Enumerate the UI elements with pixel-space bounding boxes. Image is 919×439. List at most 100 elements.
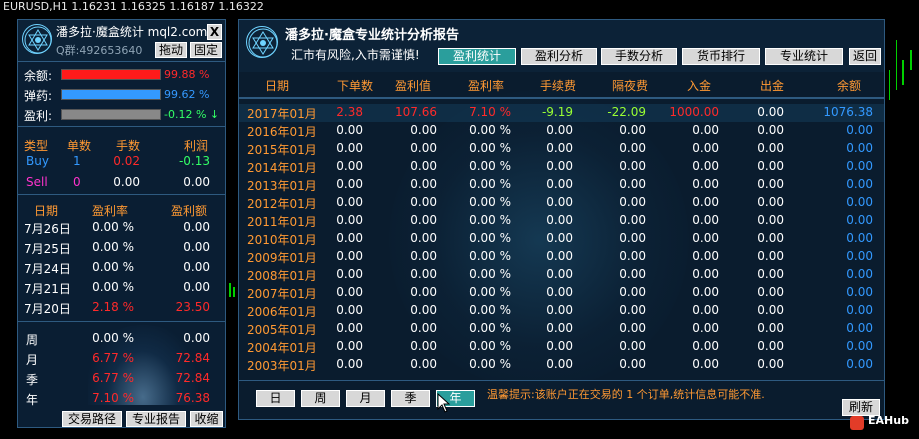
period-day-button[interactable]: 日 (256, 390, 295, 407)
ammo-bar-fill (62, 90, 160, 99)
close-button[interactable]: X (207, 24, 222, 40)
trade-lots-buy: 0.02 (113, 154, 140, 168)
qq-group: Q群:492653640 (56, 44, 143, 57)
table-row: 2010年01月 0.00 0.00 0.00 % 0.00 0.00 0.00 0.00 0.… (239, 230, 884, 248)
period-week-button[interactable]: 周 (301, 390, 340, 407)
period-label: 周 (26, 333, 39, 347)
cell-profit: 107.66 (395, 105, 437, 119)
watermark: EAHub (868, 414, 909, 427)
cell-balance: 0.00 (846, 213, 873, 227)
cell-profit-rate: 0.00 % (469, 285, 511, 299)
divider (239, 380, 884, 381)
back-button[interactable]: 返回 (849, 48, 881, 65)
table-row: 2009年01月 0.00 0.00 0.00 % 0.00 0.00 0.00 0.00 0.… (239, 248, 884, 266)
cell-profit: 0.00 (410, 339, 437, 353)
cell-date: 2017年01月 (247, 107, 317, 121)
period-label: 季 (26, 373, 39, 387)
col-withdraw: 出金 (760, 79, 785, 93)
cell-profit-rate: 0.00 % (469, 195, 511, 209)
daily-date: 7月24日 (24, 262, 71, 276)
trade-type-buy: Buy (26, 154, 49, 168)
col-date: 日期 (265, 79, 290, 93)
cell-orders: 0.00 (336, 141, 363, 155)
cell-balance: 0.00 (846, 303, 873, 317)
cell-profit-rate: 0.00 % (469, 123, 511, 137)
cell-deposit: 0.00 (692, 177, 719, 191)
candle (902, 60, 904, 85)
cell-commission: 0.00 (546, 357, 573, 371)
cell-orders: 0.00 (336, 249, 363, 263)
cell-profit-rate: 0.00 % (469, 321, 511, 335)
period-amount: 72.84 (175, 351, 210, 365)
daily-amount: 0.00 (183, 220, 210, 234)
cell-orders: 0.00 (336, 159, 363, 173)
cell-deposit: 0.00 (692, 285, 719, 299)
cell-profit-rate: 0.00 % (469, 339, 511, 353)
cell-profit: 0.00 (410, 285, 437, 299)
cell-date: 2013年01月 (247, 179, 317, 193)
cell-profit: 0.00 (410, 141, 437, 155)
cell-orders: 0.00 (336, 339, 363, 353)
col-balance: 余额 (837, 79, 862, 93)
cell-commission: 0.00 (546, 141, 573, 155)
cell-orders: 0.00 (336, 177, 363, 191)
cell-deposit: 0.00 (692, 303, 719, 317)
table-row: 2014年01月 0.00 0.00 0.00 % 0.00 0.00 0.00 0.00 0.… (239, 158, 884, 176)
divider (18, 321, 225, 322)
collapse-button[interactable]: 收缩 (190, 411, 223, 427)
period-rate: 7.10 % (92, 391, 134, 405)
cell-deposit: 0.00 (692, 321, 719, 335)
trade-path-button[interactable]: 交易路径 (62, 411, 122, 427)
table-row: 2012年01月 0.00 0.00 0.00 % 0.00 0.00 0.00 0.00 0.… (239, 194, 884, 212)
table-row: 2003年01月 0.00 0.00 0.00 % 0.00 0.00 0.00 0.00 0.… (239, 356, 884, 374)
cell-profit: 0.00 (410, 321, 437, 335)
cell-date: 2010年01月 (247, 233, 317, 247)
trade-header-profit: 利润 (184, 139, 209, 153)
cell-withdraw: 0.00 (757, 357, 784, 371)
candle-wick (889, 70, 890, 100)
daily-rate: 2.18 % (92, 300, 134, 314)
cell-deposit: 0.00 (692, 123, 719, 137)
cell-profit: 0.00 (410, 123, 437, 137)
daily-date: 7月20日 (24, 302, 71, 316)
cell-orders: 0.00 (336, 267, 363, 281)
cell-balance: 0.00 (846, 321, 873, 335)
cell-profit: 0.00 (410, 159, 437, 173)
tab-pro-stats[interactable]: 专业统计 (765, 48, 843, 65)
cell-withdraw: 0.00 (757, 285, 784, 299)
cell-swap: 0.00 (619, 249, 646, 263)
period-rate: 0.00 % (92, 331, 134, 345)
table-row: 2005年01月 0.00 0.00 0.00 % 0.00 0.00 0.00 0.00 0.… (239, 320, 884, 338)
cell-deposit: 0.00 (692, 267, 719, 281)
trade-header-count: 单数 (67, 139, 92, 153)
cell-orders: 0.00 (336, 231, 363, 245)
pro-report-button[interactable]: 专业报告 (126, 411, 186, 427)
cell-swap: 0.00 (619, 195, 646, 209)
cell-date: 2016年01月 (247, 125, 317, 139)
balance-pct: 99.88 % (164, 68, 210, 81)
cell-deposit: 0.00 (692, 339, 719, 353)
profit-bar (61, 109, 161, 120)
report-panel: 潘多拉·魔盒专业统计分析报告 汇市有风险,入市需谨慎! 盈利统计 盈利分析 手数… (238, 19, 885, 420)
cell-orders: 0.00 (336, 357, 363, 371)
tab-currency-ranking[interactable]: 货币排行 (682, 48, 760, 65)
cell-commission: 0.00 (546, 339, 573, 353)
cell-deposit: 0.00 (692, 357, 719, 371)
fix-button[interactable]: 固定 (190, 42, 222, 58)
daily-rate: 0.00 % (92, 280, 134, 294)
candle (910, 50, 912, 70)
period-quarter-button[interactable]: 季 (391, 390, 430, 407)
tab-profit-stats[interactable]: 盈利统计 (438, 48, 516, 65)
tab-lots-analysis[interactable]: 手数分析 (601, 48, 677, 65)
tab-profit-analysis[interactable]: 盈利分析 (521, 48, 597, 65)
drag-button[interactable]: 拖动 (155, 42, 187, 58)
cell-commission: 0.00 (546, 303, 573, 317)
cell-orders: 0.00 (336, 321, 363, 335)
cell-profit-rate: 0.00 % (469, 159, 511, 173)
table-row: 2006年01月 0.00 0.00 0.00 % 0.00 0.00 0.00 0.00 0.… (239, 302, 884, 320)
daily-amount: 23.50 (175, 300, 210, 314)
period-month-button[interactable]: 月 (346, 390, 385, 407)
report-title: 潘多拉·魔盒专业统计分析报告 (285, 28, 459, 43)
mouse-cursor-icon (437, 392, 451, 416)
cell-profit-rate: 0.00 % (469, 141, 511, 155)
